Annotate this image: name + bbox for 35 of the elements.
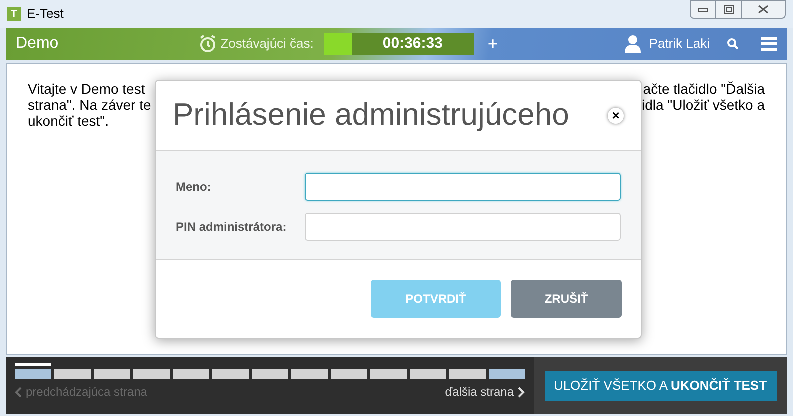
intro-text-fragment: strana". Na záver te	[28, 97, 152, 113]
input-field[interactable]	[305, 213, 621, 241]
intro-text-fragment: idla "Uložiť všetko a	[642, 97, 765, 113]
field-label: PIN administrátora:	[176, 219, 288, 236]
timer-value: 00:36:33	[352, 33, 474, 55]
cancel-button[interactable]: ZRUŠIŤ	[511, 280, 622, 318]
input-field[interactable]	[305, 173, 621, 201]
close-button[interactable]: ×	[608, 108, 624, 124]
test-name: Demo	[16, 34, 59, 54]
chevron-left-icon	[15, 386, 22, 398]
page-segment[interactable]	[15, 363, 52, 379]
intro-text-fragment: ačte tlačidlo "Ďalšia	[643, 81, 765, 97]
minimize-button[interactable]	[690, 0, 716, 19]
window-title: E-Test	[27, 5, 64, 24]
close-button[interactable]	[742, 0, 786, 19]
menu-icon[interactable]	[761, 37, 777, 51]
field-label: Meno:	[176, 179, 212, 196]
timer-label: Zostávajúci čas:	[220, 35, 314, 54]
add-tab-button[interactable]: +	[488, 30, 498, 58]
minimize-icon	[698, 8, 708, 12]
chevron-right-icon	[518, 386, 525, 398]
timer-indicator	[324, 33, 352, 55]
dialog-title: Prihlásenie administrujúceho	[173, 96, 570, 134]
user-icon	[625, 35, 642, 53]
intro-text-fragment: Vitajte v Demo test	[28, 81, 146, 97]
intro-text-fragment: ukončiť test".	[28, 113, 110, 129]
search-icon[interactable]	[727, 38, 739, 50]
next-page-link[interactable]: ďalšia strana	[445, 383, 514, 401]
maximize-button[interactable]	[716, 0, 742, 19]
maximize-icon	[724, 5, 734, 14]
user-name[interactable]: Patrik Laki	[649, 34, 710, 54]
close-icon	[758, 5, 769, 14]
finish-test-button[interactable]: ULOŽIŤ VŠETKO A UKONČIŤ TEST	[544, 370, 776, 400]
app-icon: T	[7, 7, 21, 21]
alarm-clock-icon	[198, 34, 217, 54]
